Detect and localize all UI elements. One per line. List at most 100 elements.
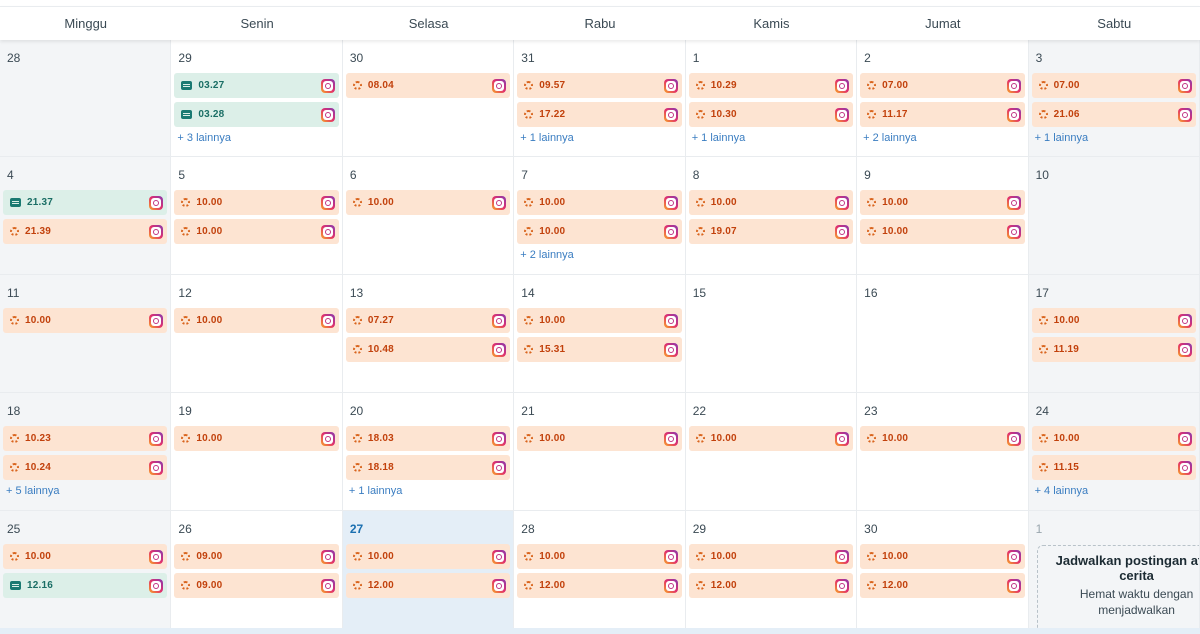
scheduled-post-chip[interactable]: 10.00: [517, 190, 682, 215]
scheduled-post-chip[interactable]: 10.00: [174, 426, 339, 451]
scheduled-post-chip[interactable]: 10.48: [345, 337, 511, 362]
day-cell[interactable]: 8 10.00 19.07: [685, 157, 858, 275]
scheduled-post-chip[interactable]: 10.00: [345, 190, 511, 215]
scheduled-post-chip[interactable]: 10.00: [174, 219, 339, 244]
day-cell[interactable]: 9 10.00 10.00: [857, 157, 1029, 275]
day-cell[interactable]: 11 10.00: [0, 275, 172, 393]
scheduled-post-chip[interactable]: 10.00: [517, 426, 682, 451]
scheduled-post-chip[interactable]: 12.00: [517, 573, 682, 598]
more-posts-link[interactable]: + 2 lainnya: [860, 131, 1024, 145]
scheduled-post-chip[interactable]: 08.04: [345, 73, 511, 98]
scheduled-post-chip[interactable]: 21.06: [1031, 102, 1196, 127]
day-cell[interactable]: 29 10.00 12.00: [685, 511, 858, 634]
day-cell[interactable]: 2 07.00 11.17 + 2 lainnya: [857, 40, 1029, 157]
scheduled-post-chip[interactable]: 10.00: [345, 544, 511, 569]
more-posts-link[interactable]: + 1 lainnya: [517, 131, 681, 145]
scheduled-post-chip[interactable]: 07.27: [345, 308, 511, 333]
scheduled-post-chip[interactable]: 10.00: [1031, 426, 1196, 451]
scheduled-post-chip[interactable]: 10.29: [688, 73, 854, 98]
scheduled-post-chip[interactable]: 10.00: [688, 544, 854, 569]
more-posts-link[interactable]: + 4 lainnya: [1032, 484, 1196, 498]
scheduled-post-chip[interactable]: 10.00: [3, 544, 168, 569]
scheduled-post-chip[interactable]: 07.00: [1031, 73, 1196, 98]
scheduled-post-chip[interactable]: 10.00: [860, 426, 1025, 451]
day-cell[interactable]: 14 10.00 15.31: [514, 275, 686, 393]
day-number: 9: [864, 168, 871, 182]
scheduled-post-chip[interactable]: 09.00: [174, 573, 339, 598]
scheduled-post-chip[interactable]: 11.19: [1031, 337, 1196, 362]
day-cell[interactable]: 23 10.00: [857, 393, 1029, 511]
scheduled-post-chip[interactable]: 10.00: [517, 544, 682, 569]
day-cell[interactable]: 1 Jadwalkan postingan atau cerita Hemat wa…: [1028, 511, 1200, 634]
scheduled-post-chip[interactable]: 10.24: [3, 455, 168, 480]
scheduled-post-chip[interactable]: 21.37: [3, 190, 168, 215]
scheduled-post-chip[interactable]: 10.23: [3, 426, 168, 451]
scheduled-post-chip[interactable]: 10.00: [517, 308, 682, 333]
scheduled-post-chip[interactable]: 09.57: [517, 73, 682, 98]
scheduled-post-chip[interactable]: 10.00: [688, 426, 854, 451]
scheduled-post-chip[interactable]: 12.16: [3, 573, 168, 598]
day-cell-today[interactable]: 27 10.00 12.00: [342, 511, 515, 634]
post-time: 15.31: [539, 344, 566, 355]
day-cell[interactable]: 12 10.00: [171, 275, 343, 393]
day-cell[interactable]: 31 09.57 17.22 + 1 lainnya: [514, 40, 686, 157]
day-cell[interactable]: 19 10.00: [171, 393, 343, 511]
scheduled-post-chip[interactable]: 12.00: [345, 573, 511, 598]
scheduled-post-chip[interactable]: 12.00: [688, 573, 854, 598]
more-posts-link[interactable]: + 1 lainnya: [689, 131, 853, 145]
day-cell[interactable]: 16: [857, 275, 1029, 393]
scheduled-post-chip[interactable]: 11.15: [1031, 455, 1196, 480]
scheduled-post-chip[interactable]: 12.00: [860, 573, 1025, 598]
scheduled-post-chip[interactable]: 10.00: [688, 190, 854, 215]
day-cell[interactable]: 29 03.27 03.28 + 3 lainnya: [171, 40, 343, 157]
day-cell[interactable]: 28: [0, 40, 172, 157]
scheduled-post-chip[interactable]: 07.00: [860, 73, 1025, 98]
scheduled-post-chip[interactable]: 15.31: [517, 337, 682, 362]
scheduled-post-chip[interactable]: 18.03: [345, 426, 511, 451]
day-cell[interactable]: 17 10.00 11.19: [1028, 275, 1200, 393]
more-posts-link[interactable]: + 5 lainnya: [3, 484, 167, 498]
day-cell[interactable]: 15: [685, 275, 858, 393]
day-cell[interactable]: 22 10.00: [685, 393, 858, 511]
scheduled-post-chip[interactable]: 11.17: [860, 102, 1025, 127]
pending-status-icon: [10, 316, 19, 325]
day-cell[interactable]: 21 10.00: [514, 393, 686, 511]
scheduled-post-chip[interactable]: 03.27: [174, 73, 339, 98]
day-cell[interactable]: 4 21.37 21.39: [0, 157, 172, 275]
day-cell[interactable]: 20 18.03 18.18 + 1 lainnya: [342, 393, 515, 511]
scheduled-post-chip[interactable]: 10.00: [517, 219, 682, 244]
schedule-promo-card[interactable]: Jadwalkan postingan atau cerita Hemat wak…: [1036, 545, 1199, 633]
scheduled-post-chip[interactable]: 10.00: [860, 190, 1025, 215]
more-posts-link[interactable]: + 1 lainnya: [1032, 131, 1196, 145]
day-cell[interactable]: 1 10.29 10.30 + 1 lainnya: [685, 40, 858, 157]
day-cell[interactable]: 25 10.00 12.16: [0, 511, 172, 634]
scheduled-post-chip[interactable]: 10.00: [860, 219, 1025, 244]
day-cell[interactable]: 24 10.00 11.15 + 4 lainnya: [1028, 393, 1200, 511]
day-cell[interactable]: 13 07.27 10.48: [342, 275, 515, 393]
scheduled-post-chip[interactable]: 10.00: [174, 190, 339, 215]
day-cell[interactable]: 6 10.00: [342, 157, 515, 275]
scheduled-post-chip[interactable]: 09.00: [174, 544, 339, 569]
day-cell[interactable]: 26 09.00 09.00: [171, 511, 343, 634]
day-cell[interactable]: 7 10.00 10.00 + 2 lainnya: [514, 157, 686, 275]
scheduled-post-chip[interactable]: 18.18: [345, 455, 511, 480]
scheduled-post-chip[interactable]: 10.30: [688, 102, 854, 127]
more-posts-link[interactable]: + 1 lainnya: [346, 484, 510, 498]
scheduled-post-chip[interactable]: 19.07: [688, 219, 854, 244]
scheduled-post-chip[interactable]: 10.00: [3, 308, 168, 333]
scheduled-post-chip[interactable]: 21.39: [3, 219, 168, 244]
scheduled-post-chip[interactable]: 10.00: [860, 544, 1025, 569]
day-cell[interactable]: 18 10.23 10.24 + 5 lainnya: [0, 393, 172, 511]
day-cell[interactable]: 10: [1028, 157, 1200, 275]
more-posts-link[interactable]: + 3 lainnya: [174, 131, 338, 145]
day-cell[interactable]: 30 08.04: [342, 40, 515, 157]
day-cell[interactable]: 30 10.00 12.00: [857, 511, 1029, 634]
scheduled-post-chip[interactable]: 10.00: [174, 308, 339, 333]
day-cell[interactable]: 3 07.00 21.06 + 1 lainnya: [1028, 40, 1200, 157]
day-cell[interactable]: 28 10.00 12.00: [514, 511, 686, 634]
day-cell[interactable]: 5 10.00 10.00: [171, 157, 343, 275]
scheduled-post-chip[interactable]: 10.00: [1031, 308, 1196, 333]
scheduled-post-chip[interactable]: 17.22: [517, 102, 682, 127]
more-posts-link[interactable]: + 2 lainnya: [517, 248, 681, 262]
scheduled-post-chip[interactable]: 03.28: [174, 102, 339, 127]
